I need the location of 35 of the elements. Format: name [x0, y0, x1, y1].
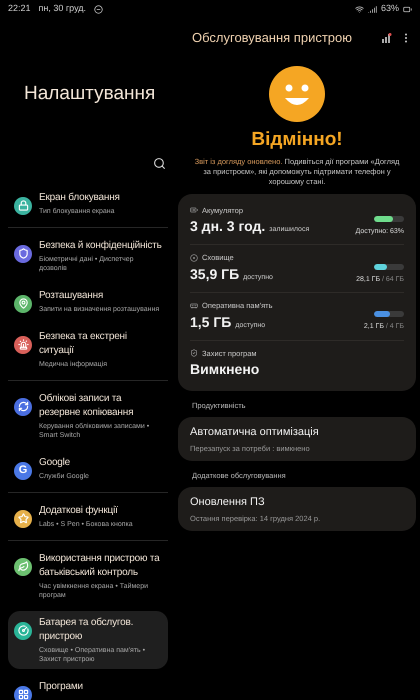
- settings-title: Налаштування: [24, 82, 156, 106]
- item-title: Google: [39, 456, 72, 470]
- metric-icon: [190, 302, 198, 310]
- item-title: Програми: [39, 680, 83, 694]
- search-icon[interactable]: [153, 156, 166, 170]
- metric-value: 35,9 ГБ: [190, 265, 240, 284]
- option-title: Автоматична оптимізація: [190, 425, 320, 440]
- google-icon: G: [14, 462, 32, 480]
- option-title: Оновлення ПЗ: [190, 495, 266, 510]
- status-date: пн, 30 груд.: [38, 2, 86, 16]
- wifi-icon: [354, 4, 364, 14]
- item-title: Використання пристрою та батьківський контроль: [39, 552, 161, 580]
- item-title: Батарея та обслугов. пристрою: [39, 616, 134, 644]
- page-title: Обслуговування пристрою: [192, 29, 352, 48]
- item-title: Облікові записи та резервне копіювання: [39, 392, 134, 420]
- metric-value: 3 дн. 3 год.: [190, 217, 266, 236]
- item-title: Безпека та екстрені ситуації: [39, 330, 128, 358]
- signal-icon: [368, 4, 377, 14]
- chart-signal-icon[interactable]: [382, 33, 392, 43]
- item-title: Розташування: [39, 288, 104, 302]
- battery-icon: [403, 4, 412, 14]
- metric-value: 1,5 ГБ: [190, 312, 232, 332]
- item-title: Додаткові функції: [39, 504, 119, 518]
- battery-percent: 63%: [380, 2, 399, 16]
- item-title: Екран блокування: [39, 190, 120, 204]
- metric-icon: [190, 206, 198, 214]
- metric-value: Вимкнено: [190, 360, 260, 379]
- metric-icon: [190, 349, 198, 358]
- status-time: 22:21: [8, 2, 31, 16]
- smiley-face-icon: [269, 66, 325, 122]
- metric-icon: [190, 254, 198, 262]
- settings-item[interactable]: Програми: [8, 674, 168, 700]
- do-not-disturb-icon: [94, 4, 104, 14]
- status-heading: Відмінно!: [250, 128, 344, 152]
- item-title: Безпека й конфіденційність: [39, 238, 162, 252]
